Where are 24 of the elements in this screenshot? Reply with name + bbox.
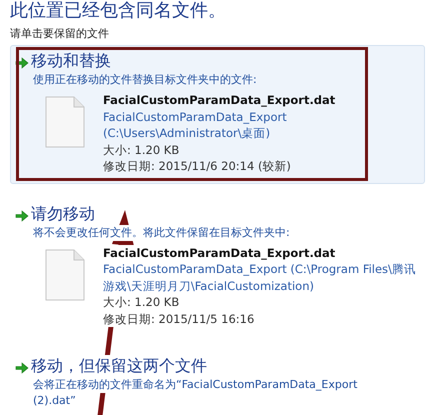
option-card[interactable]: 移动，但保留这两个文件 会将正在移动的文件重命名为“FacialCustomParamData_Export (2).dat” [10, 350, 425, 415]
file-date: 修改日期: 2015/11/5 16:16 [103, 310, 254, 327]
option-heading: 请勿移动 [31, 202, 95, 224]
option-card[interactable]: 请勿移动 将不会更改任何文件。将此文件保留在目标文件夹中: FacialCustomParamData_Export.dat FacialCustomParamData_Export (C:\Program Files\腾讯 游戏\天涯明月刀\FacialCustomization) 大小: 1.20 KB 修改日期: 2015/11/5 16:16 [10, 198, 425, 336]
option-card[interactable]: 移动和替换 使用正在移动的文件替换目标文件夹中的文件: FacialCustomParamData_Export.dat FacialCustomParamData_Export (C:\Users\Administrator\桌面) 大小: 1.20 KB 修改日期: 2015/11/6 20:14 (较新) [10, 45, 425, 184]
file-path: (C:\Users\Administrator\桌面) [103, 125, 270, 142]
arrow-icon [15, 57, 29, 69]
dialog-title: 此位置已经包含同名文件。 [10, 0, 227, 22]
option-description: 将不会更改任何文件。将此文件保留在目标文件夹中: [33, 224, 290, 240]
file-path: 游戏\天涯明月刀\FacialCustomization) [103, 278, 314, 294]
file-size: 大小: 1.20 KB [103, 142, 180, 158]
arrow-icon [15, 362, 29, 374]
arrow-icon [15, 210, 29, 222]
file-name: FacialCustomParamData_Export.dat [103, 92, 336, 108]
option-heading: 移动，但保留这两个文件 [31, 355, 207, 377]
file-icon [45, 248, 85, 300]
option-description: 使用正在移动的文件替换目标文件夹中的文件: [33, 72, 257, 88]
instruction-text: 请单击要保留的文件 [10, 26, 110, 41]
file-icon [45, 96, 85, 148]
file-name: FacialCustomParamData_Export.dat [103, 244, 336, 261]
file-date: 修改日期: 2015/11/6 20:14 (较新) [103, 158, 291, 174]
option-description: 会将正在移动的文件重命名为“FacialCustomParamData_Export [33, 377, 358, 393]
file-path: FacialCustomParamData_Export (C:\Program Files\腾讯 [103, 261, 416, 278]
file-size: 大小: 1.20 KB [103, 294, 180, 310]
